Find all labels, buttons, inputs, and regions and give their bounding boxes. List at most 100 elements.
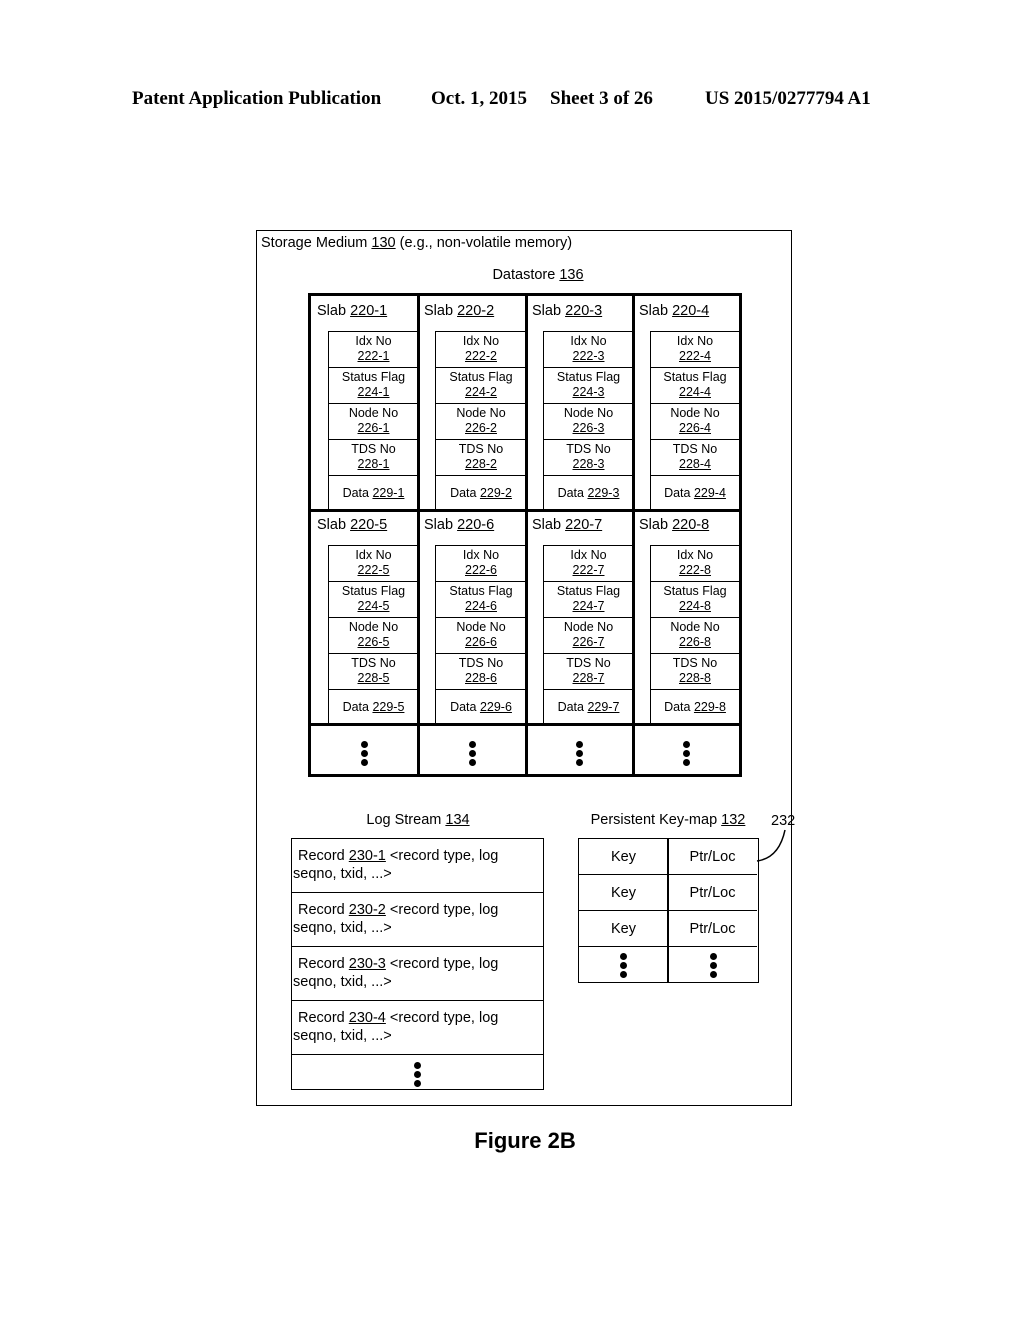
data-name: Data [557,700,584,714]
record-label: Record [298,848,345,864]
storage-medium-suffix: (e.g., non-volatile memory) [399,235,573,251]
slab-data-field: Data 229-1 [328,475,418,510]
record-line-1: Record 230-1 <record type, log [297,847,543,865]
log-record: Record 230-1 <record type, log seqno, txi… [292,839,543,893]
slab-ref: 220-6 [457,517,495,533]
slab-field: TDS No 228-1 [328,439,418,476]
record-desc: <record type, log [389,848,499,864]
slab-field: Node No 226-6 [435,617,526,654]
record-line-2: seqno, txid, ...> [293,920,392,936]
field-name: TDS No [672,656,718,670]
field-name: Idx No [355,334,392,348]
slab-field: Status Flag 224-1 [328,367,418,404]
field-name: Node No [456,406,506,420]
field-ref: 224-5 [357,599,390,613]
field-ref: 222-1 [357,349,390,363]
slab-field: Idx No 222-8 [650,545,739,582]
field-name: Status Flag [449,370,513,384]
ellipsis-icon [576,741,584,766]
slab-field: Status Flag 224-5 [328,581,418,618]
callout-label: 232 [771,813,796,829]
field-ref: 228-7 [572,671,605,685]
ellipsis-icon [682,741,690,766]
figure-label: Figure 2B [474,1128,576,1153]
field-name: Node No [348,406,399,420]
keymap-ref: 132 [721,812,746,828]
field-name: TDS No [458,442,504,456]
record-desc: <record type, log [389,956,499,972]
ellipsis-icon [413,1062,421,1087]
ellipsis-icon [361,741,369,766]
slab-data-field: Data 229-3 [543,475,633,510]
record-label: Record [298,1010,345,1026]
slab: Slab 220-7 Idx No 222-7 Status Flag 224-7 Nod… [526,510,633,724]
field-name: Node No [563,406,614,420]
storage-medium-label: Storage Medium [261,235,368,251]
field-ref: 228-5 [357,671,390,685]
slab-ref: 220-2 [457,303,495,319]
field-name: TDS No [351,656,396,670]
slab-data-field: Data 229-6 [435,689,526,724]
field-ref: 226-8 [679,635,711,649]
field-ref: 222-8 [679,563,711,577]
dot [682,759,690,766]
ellipsis-icon [709,953,717,978]
slab-field: Status Flag 224-7 [543,581,633,618]
slab-field: TDS No 228-2 [435,439,526,476]
field-ref: 226-1 [357,421,390,435]
field-ref: 226-2 [465,421,497,435]
field-ref: 226-3 [572,421,605,435]
keymap-key: Key [579,839,668,875]
data-ref: 229-7 [587,700,620,714]
data-name: Data [342,486,369,500]
field-ref: 226-4 [679,421,711,435]
slab-field: Status Flag 224-4 [650,367,739,404]
field-ref: 224-8 [679,599,711,613]
field-name: Status Flag [556,584,621,598]
keymap-label: Persistent Key-map [590,812,718,828]
data-ref: 229-6 [479,700,512,714]
dot [576,759,583,766]
record-line-2: seqno, txid, ...> [293,1028,392,1044]
dot [619,962,627,969]
field-ref: 224-6 [465,599,497,613]
slab-label: Slab 220-4 [639,303,709,319]
slab-data-field: Data 229-8 [650,689,739,724]
record-line-2: seqno, txid, ...> [293,974,392,990]
field-ref: 222-3 [572,349,605,363]
data-ref: 229-8 [693,700,726,714]
slab-field: Idx No 222-6 [435,545,526,582]
slab-field: TDS No 228-3 [543,439,633,476]
field-name: TDS No [351,442,396,456]
slab-field: TDS No 228-8 [650,653,739,690]
field-name: Status Flag [663,370,727,384]
record-line-2: seqno, txid, ...> [293,866,392,882]
slab-label-text: Slab [317,517,347,533]
record-ref: 230-1 [348,848,386,864]
slab-label-text: Slab [639,517,669,533]
field-ref: 222-2 [465,349,497,363]
slab-divider [631,296,635,774]
record-line-1: Record 230-4 <record type, log [297,1009,543,1027]
field-ref: 228-1 [357,457,390,471]
slab-ref: 220-4 [672,303,710,319]
slab-field: Node No 226-4 [650,403,739,440]
dot [361,741,368,748]
field-ref: 228-3 [572,457,605,471]
field-name: Status Flag [341,584,406,598]
field-name: TDS No [566,656,611,670]
slab-label-text: Slab [532,517,562,533]
record-label: Record [298,902,345,918]
field-ref: 222-7 [572,563,605,577]
publication-label: Patent Application Publication [132,88,382,109]
dot [468,750,476,757]
log-record: Record 230-4 <record type, log seqno, txi… [292,1001,543,1055]
field-name: Idx No [676,334,714,348]
field-name: Idx No [570,334,607,348]
dot [709,971,717,978]
dot [619,971,627,978]
slab-field: Idx No 222-7 [543,545,633,582]
slab: Slab 220-8 Idx No 222-8 Status Flag 224-8 Nod… [633,510,739,724]
log-stream-title: Log Stream 134 [292,812,544,828]
field-name: Idx No [355,548,392,562]
